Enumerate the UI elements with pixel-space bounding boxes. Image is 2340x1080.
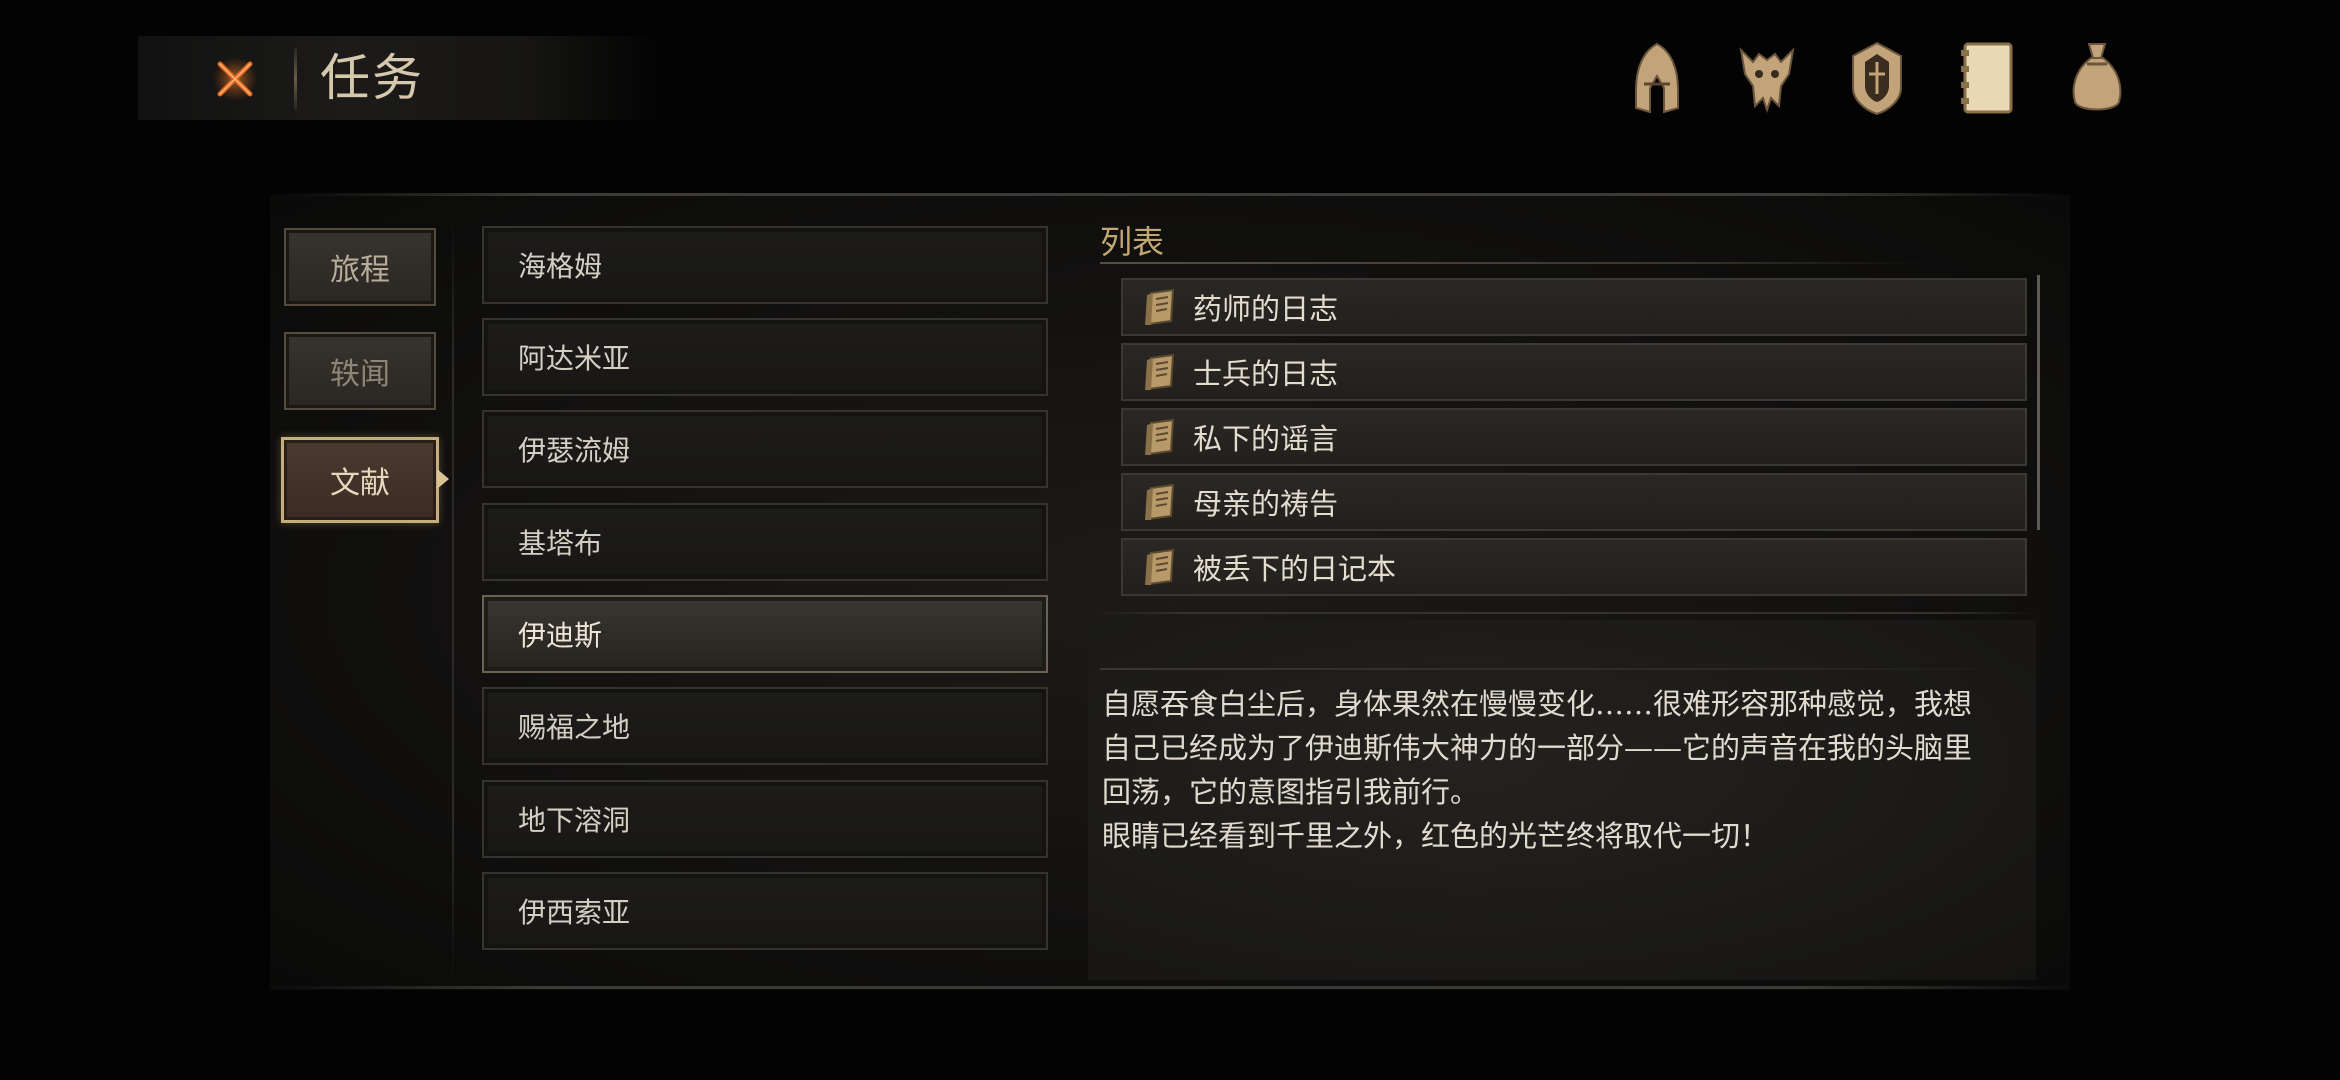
money-bag-icon[interactable] — [2060, 36, 2134, 120]
document-item[interactable]: 私下的谣言 — [1121, 408, 2027, 466]
list-title: 列表 — [1100, 223, 1165, 261]
document-item[interactable]: 被丢下的日记本 — [1121, 538, 2027, 596]
panel-bottom-divider — [270, 986, 2070, 989]
scroll-icon — [1141, 352, 1181, 392]
description-text: 自愿吞食白尘后，身体果然在慢慢变化……很难形容那种感觉，我想 自己已经成为了伊迪… — [1102, 687, 1973, 853]
location-item-yidisi[interactable]: 伊迪斯 — [482, 595, 1048, 673]
document-label: 私下的谣言 — [1193, 422, 1339, 456]
active-tab-arrow-icon — [437, 469, 449, 489]
location-item-yiseliumu[interactable]: 伊瑟流姆 — [482, 410, 1048, 488]
list-title-underline — [1100, 262, 1925, 264]
close-x-icon — [213, 57, 257, 101]
scroll-icon — [1141, 417, 1181, 457]
top-nav-icons — [1620, 36, 2134, 120]
scroll-icon — [1141, 547, 1181, 587]
helmet-icon[interactable] — [1620, 36, 1694, 120]
list-scrollbar[interactable] — [2037, 275, 2040, 530]
location-item-adamiya[interactable]: 阿达米亚 — [482, 318, 1048, 396]
close-button[interactable] — [200, 52, 270, 106]
document-item[interactable]: 母亲的祷告 — [1121, 473, 2027, 531]
scroll-icon — [1141, 482, 1181, 522]
beast-mask-icon[interactable] — [1730, 36, 1804, 120]
page-title: 任务 — [320, 49, 424, 107]
title-separator — [294, 48, 297, 110]
scroll-icon — [1141, 287, 1181, 327]
list-bottom-divider — [1090, 612, 2035, 614]
emblem-shield-icon[interactable] — [1840, 36, 1914, 120]
document-item[interactable]: 士兵的日志 — [1121, 343, 2027, 401]
category-tab-journey[interactable]: 旅程 — [284, 228, 436, 306]
location-item-yixisuoya[interactable]: 伊西索亚 — [482, 872, 1048, 950]
journal-book-icon[interactable] — [1950, 36, 2024, 120]
panel-top-divider — [270, 193, 2070, 196]
category-tab-anecdotes[interactable]: 轶闻 — [284, 332, 436, 410]
document-item[interactable]: 药师的日志 — [1121, 278, 2027, 336]
document-label: 被丢下的日记本 — [1193, 552, 1397, 586]
description-divider — [1100, 668, 2020, 670]
category-divider — [452, 215, 454, 985]
category-tab-documents[interactable]: 文献 — [281, 437, 439, 523]
document-label: 母亲的祷告 — [1193, 487, 1339, 521]
document-label: 药师的日志 — [1193, 292, 1339, 326]
location-item-cifuzhidi[interactable]: 赐福之地 — [482, 687, 1048, 765]
location-item-haigemu[interactable]: 海格姆 — [482, 226, 1048, 304]
location-item-dixiarongdong[interactable]: 地下溶洞 — [482, 780, 1048, 858]
location-item-jitabu[interactable]: 基塔布 — [482, 503, 1048, 581]
document-label: 士兵的日志 — [1193, 357, 1339, 391]
